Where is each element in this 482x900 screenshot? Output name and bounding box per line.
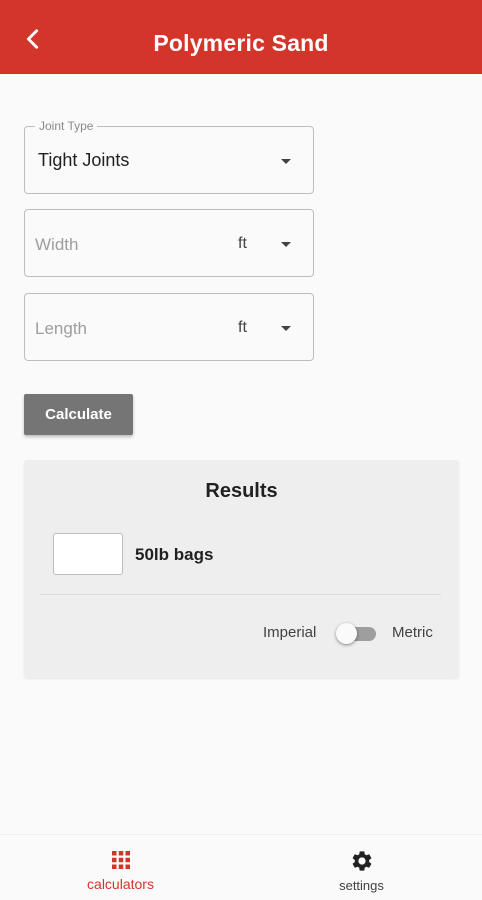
chevron-left-icon — [26, 29, 39, 49]
app-header: Polymeric Sand — [0, 0, 482, 74]
grid-icon — [110, 849, 132, 876]
unit-system-toggle[interactable] — [336, 622, 378, 644]
chevron-down-icon[interactable] — [281, 242, 291, 247]
back-button[interactable] — [18, 24, 48, 54]
imperial-label: Imperial — [263, 624, 317, 641]
chevron-down-icon — [281, 159, 291, 164]
joint-type-select[interactable]: Joint Type Tight Joints — [24, 119, 314, 194]
chevron-down-icon[interactable] — [281, 326, 291, 331]
results-title: Results — [205, 480, 278, 502]
gear-icon — [350, 849, 374, 878]
length-input[interactable]: Length — [35, 319, 87, 339]
bottom-nav: calculators settings — [0, 834, 482, 900]
width-unit-select[interactable]: ft — [238, 235, 247, 253]
calculate-button[interactable]: Calculate — [24, 394, 133, 435]
length-unit-select[interactable]: ft — [238, 319, 247, 337]
result-unit-label: 50lb bags — [135, 545, 214, 564]
joint-type-value: Tight Joints — [38, 150, 130, 170]
nav-item-settings[interactable]: settings — [241, 835, 482, 900]
divider — [40, 594, 441, 595]
length-field[interactable]: Length ft — [24, 293, 314, 361]
results-card: Results 50lb bags Imperial Metric — [24, 460, 459, 678]
metric-label: Metric — [392, 624, 433, 641]
width-input[interactable]: Width — [35, 235, 78, 255]
toggle-thumb[interactable] — [336, 623, 357, 644]
joint-type-label: Joint Type — [35, 119, 98, 133]
page-title: Polymeric Sand — [153, 30, 329, 56]
result-value-box — [53, 533, 123, 575]
nav-label-calculators: calculators — [87, 876, 154, 892]
nav-label-settings: settings — [339, 878, 384, 893]
width-field[interactable]: Width ft — [24, 209, 314, 277]
app-root: Polymeric Sand Joint Type Tight Joints W… — [0, 0, 482, 900]
nav-item-calculators[interactable]: calculators — [0, 835, 241, 900]
